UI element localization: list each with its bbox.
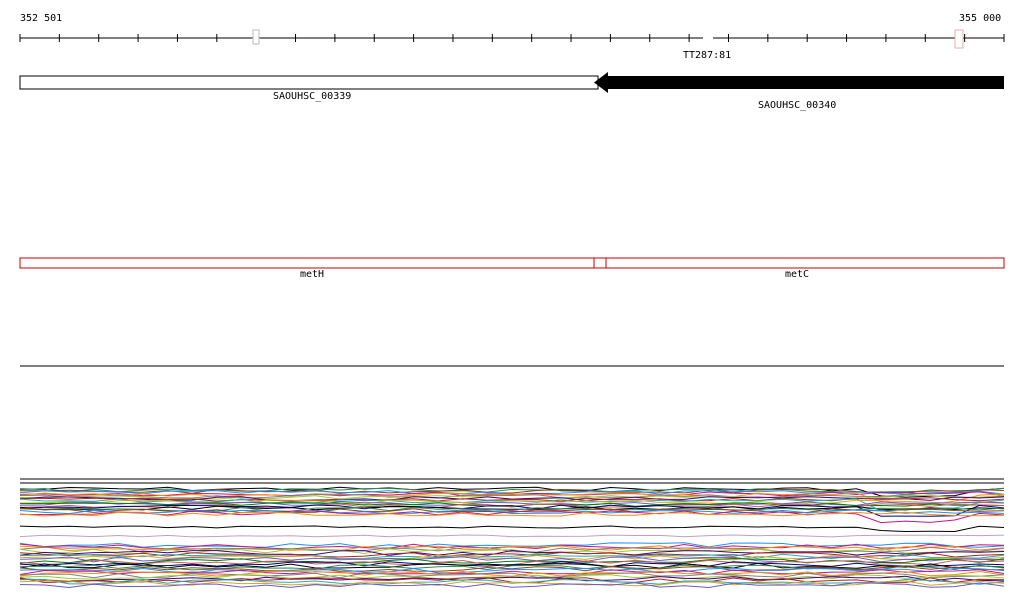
annotation-label-meth: metH xyxy=(300,269,325,280)
ruler-end-label: 355 000 xyxy=(959,13,1002,24)
annotation-linker[interactable] xyxy=(593,257,607,269)
genome-track-viewer[interactable]: 352 501 355 000 TT287:81 SAOUHSC_00339 S… xyxy=(0,0,1024,611)
gene-sao339[interactable] xyxy=(19,75,599,90)
gene-track xyxy=(19,72,1004,93)
annotation-metc[interactable] xyxy=(605,257,1005,269)
coverage-plot xyxy=(19,478,1005,589)
annotation-track xyxy=(19,257,1005,269)
coverage-line xyxy=(19,499,1005,505)
ruler-marker-left[interactable] xyxy=(252,29,260,45)
coordinate-ruler xyxy=(19,29,1005,49)
ruler-marker-right[interactable] xyxy=(954,29,964,49)
gene-label-sao340: SAOUHSC_00340 xyxy=(758,100,837,111)
annotation-meth[interactable] xyxy=(19,257,595,269)
terminator-marker[interactable] xyxy=(703,33,713,43)
gene-sao340-arrow[interactable] xyxy=(594,72,1004,93)
terminator-label: TT287:81 xyxy=(683,50,732,61)
coverage-line xyxy=(19,525,1005,533)
gene-label-sao339: SAOUHSC_00339 xyxy=(273,91,352,102)
ruler-start-label: 352 501 xyxy=(20,13,63,24)
annotation-label-metc: metC xyxy=(785,269,810,280)
coverage-line xyxy=(19,534,1005,538)
